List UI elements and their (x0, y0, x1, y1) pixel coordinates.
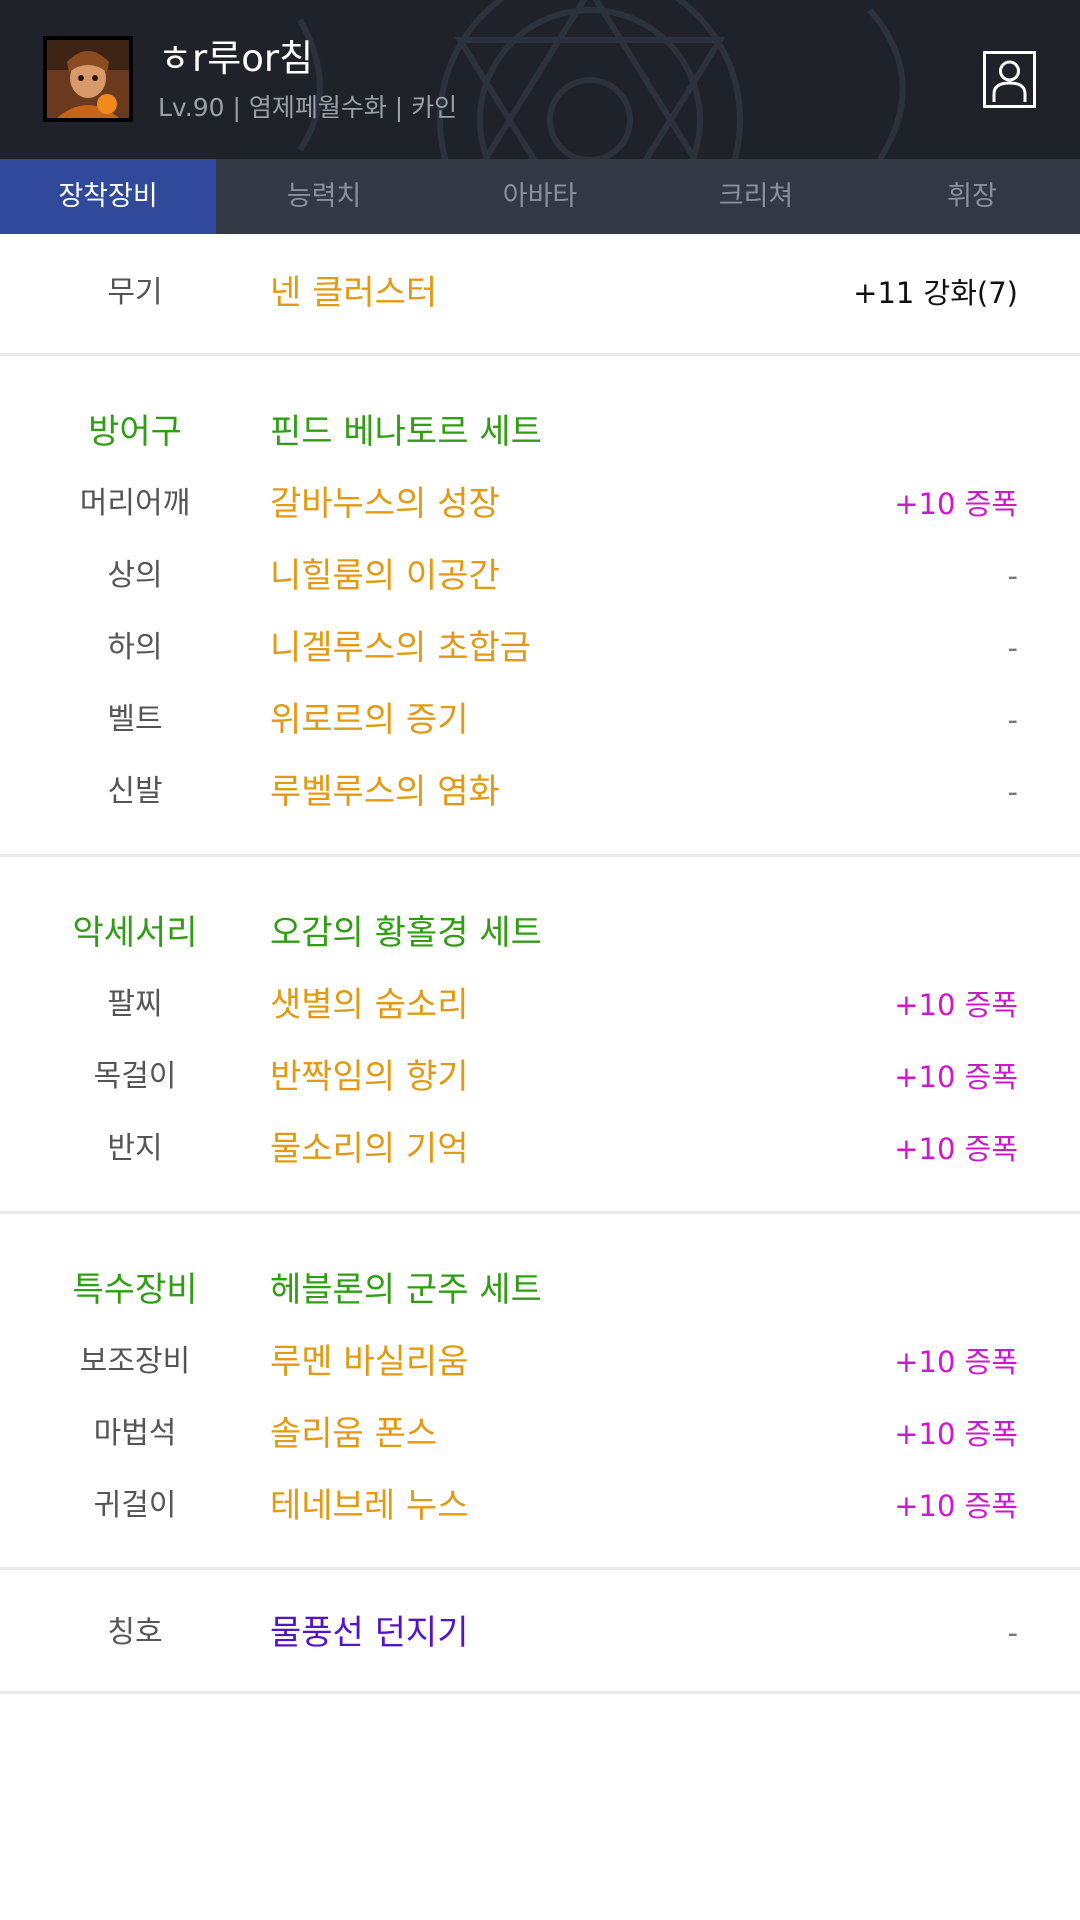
slot-label: 귀걸이 (93, 1488, 177, 1523)
amplify-value: +10 증폭 (894, 1132, 1018, 1166)
tab-bar: 장착장비 능력치 아바타 크리쳐 휘장 (0, 159, 1080, 234)
equipment-row-title[interactable]: 칭호 물풍선 던지기 - (0, 1597, 1080, 1669)
equipment-row-magic-stone[interactable]: 마법석 솔리움 폰스 +10 증폭 (0, 1398, 1080, 1470)
item-name: 물풍선 던지기 (270, 1613, 469, 1653)
slot-label: 마법석 (93, 1416, 177, 1451)
slot-label: 목걸이 (93, 1059, 177, 1094)
special-section: 특수장비 헤블론의 군주 세트 보조장비 루멘 바실리움 +10 증폭 마법석 … (0, 1214, 1080, 1570)
item-name: 위로르의 증기 (270, 700, 469, 740)
tab-emblem[interactable]: 휘장 (864, 159, 1080, 234)
equipment-row-weapon[interactable]: 무기 넨 클러스터 +11 강화(7) (0, 257, 1080, 329)
item-name: 루멘 바실리움 (270, 1342, 469, 1382)
equipment-list: 무기 넨 클러스터 +11 강화(7) 방어구 핀드 베나토르 세트 머리어깨 … (0, 234, 1080, 1694)
item-name: 샛별의 숨소리 (270, 985, 469, 1025)
slot-label: 무기 (107, 275, 163, 310)
amplify-value: +10 증폭 (894, 1345, 1018, 1379)
equipment-row-belt[interactable]: 벨트 위로르의 증기 - (0, 684, 1080, 756)
slot-label: 반지 (107, 1131, 163, 1166)
tab-equipment[interactable]: 장착장비 (0, 159, 216, 234)
equipment-row-earring[interactable]: 귀걸이 테네브레 누스 +10 증폭 (0, 1470, 1080, 1542)
item-name: 테네브레 누스 (270, 1486, 469, 1526)
equipment-row-subweapon[interactable]: 보조장비 루멘 바실리움 +10 증폭 (0, 1326, 1080, 1398)
item-name: 루벨루스의 염화 (270, 772, 500, 812)
amplify-value: +10 증폭 (894, 1060, 1018, 1094)
tab-avatar[interactable]: 아바타 (432, 159, 648, 234)
slot-label: 칭호 (107, 1615, 163, 1650)
title-section: 칭호 물풍선 던지기 - (0, 1570, 1080, 1694)
slot-label: 상의 (107, 558, 163, 593)
slot-label: 벨트 (107, 702, 163, 737)
character-info: Lv.90 | 염제페월수화 | 카인 (158, 93, 458, 122)
amplify-value: - (1007, 559, 1018, 593)
amplify-value: - (1007, 775, 1018, 809)
armor-section: 방어구 핀드 베나토르 세트 머리어깨 갈바누스의 성장 +10 증폭 상의 니… (0, 356, 1080, 857)
accessory-section: 악세서리 오감의 황홀경 세트 팔찌 샛별의 숨소리 +10 증폭 목걸이 반짝… (0, 857, 1080, 1214)
character-portrait-icon (47, 40, 129, 118)
slot-label: 팔찌 (107, 987, 163, 1022)
amplify-value: +10 증폭 (894, 1417, 1018, 1451)
item-name: 물소리의 기억 (270, 1129, 469, 1169)
equipment-row-ring[interactable]: 반지 물소리의 기억 +10 증폭 (0, 1113, 1080, 1185)
group-label: 악세서리 (72, 913, 198, 953)
avatar[interactable] (43, 36, 133, 122)
set-header-row: 특수장비 헤블론의 군주 세트 (0, 1254, 1080, 1326)
profile-button[interactable] (983, 51, 1036, 108)
item-name: 니겔루스의 초합금 (270, 628, 532, 668)
set-name: 오감의 황홀경 세트 (270, 913, 542, 953)
amplify-value: - (1007, 703, 1018, 737)
set-name: 핀드 베나토르 세트 (270, 412, 542, 452)
tab-creature[interactable]: 크리쳐 (648, 159, 864, 234)
amplify-value: +10 증폭 (894, 1489, 1018, 1523)
equipment-row-shoes[interactable]: 신발 루벨루스의 염화 - (0, 756, 1080, 828)
set-name: 헤블론의 군주 세트 (270, 1270, 542, 1310)
group-label: 특수장비 (72, 1270, 198, 1310)
equipment-row-top[interactable]: 상의 니힐룸의 이공간 - (0, 540, 1080, 612)
equipment-row-necklace[interactable]: 목걸이 반짝임의 향기 +10 증폭 (0, 1041, 1080, 1113)
slot-label: 하의 (107, 630, 163, 665)
set-header-row: 악세서리 오감의 황홀경 세트 (0, 897, 1080, 969)
item-name: 니힐룸의 이공간 (270, 556, 500, 596)
slot-label: 보조장비 (79, 1344, 191, 1379)
slot-label: 머리어깨 (79, 486, 191, 521)
title-value: - (1007, 1616, 1018, 1650)
person-icon (992, 60, 1027, 102)
character-name: ㅎr루or침 (158, 37, 314, 80)
equipment-row-bracelet[interactable]: 팔찌 샛별의 숨소리 +10 증폭 (0, 969, 1080, 1041)
amplify-value: +10 증폭 (894, 988, 1018, 1022)
item-name: 갈바누스의 성장 (270, 484, 500, 524)
amplify-value: - (1007, 631, 1018, 665)
item-name: 반짝임의 향기 (270, 1057, 469, 1097)
enhance-value: +11 강화(7) (853, 276, 1018, 310)
slot-label: 신발 (107, 774, 163, 809)
equipment-row-bottom[interactable]: 하의 니겔루스의 초합금 - (0, 612, 1080, 684)
amplify-value: +10 증폭 (894, 487, 1018, 521)
item-name: 넨 클러스터 (270, 273, 438, 313)
item-name: 솔리움 폰스 (270, 1414, 438, 1454)
equipment-row-head-shoulder[interactable]: 머리어깨 갈바누스의 성장 +10 증폭 (0, 468, 1080, 540)
character-header: ㅎr루or침 Lv.90 | 염제페월수화 | 카인 (0, 0, 1080, 159)
weapon-section: 무기 넨 클러스터 +11 강화(7) (0, 234, 1080, 356)
tab-stats[interactable]: 능력치 (216, 159, 432, 234)
group-label: 방어구 (88, 412, 182, 452)
set-header-row: 방어구 핀드 베나토르 세트 (0, 396, 1080, 468)
